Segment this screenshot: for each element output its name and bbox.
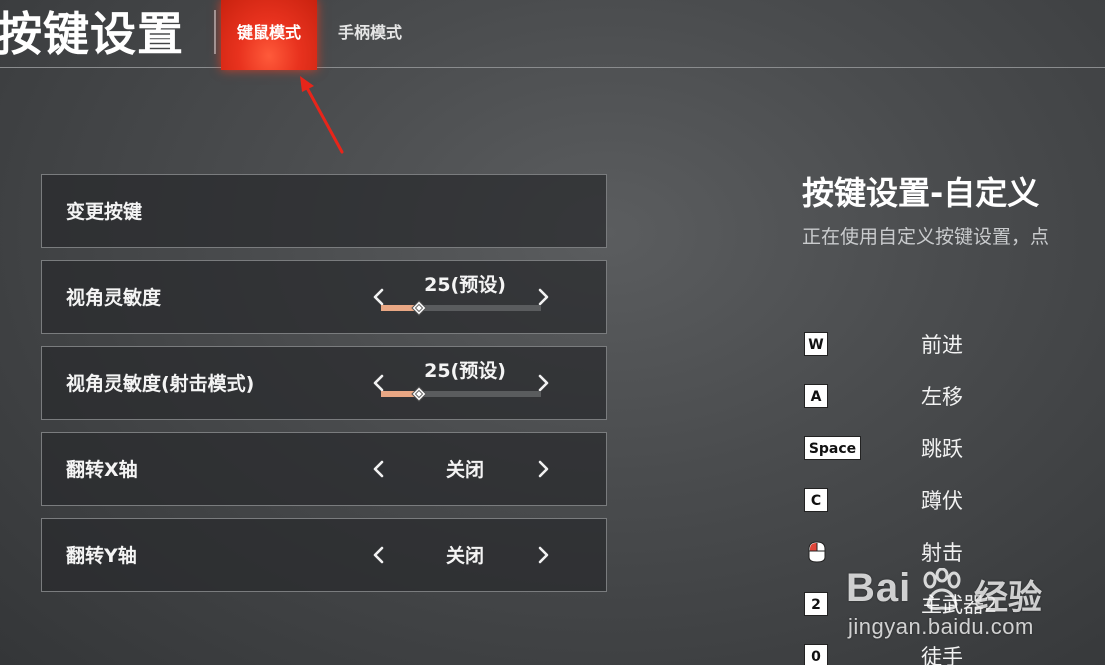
keymap-row: 0 徒手	[804, 644, 1105, 665]
key-badge: 0	[804, 644, 828, 665]
watermark-url: jingyan.baidu.com	[848, 614, 1034, 639]
setting-label: 翻转Y轴	[66, 545, 137, 567]
setting-label: 视角灵敏度	[66, 287, 162, 309]
settings-list: 变更按键 视角灵敏度 25(预设) 视角灵敏度(射击模式) 25(预设) 翻转X…	[41, 174, 607, 604]
keymap-row: W 前进	[804, 332, 1105, 384]
watermark-brand: Bai	[846, 566, 912, 610]
setting-label: 翻转X轴	[66, 459, 138, 481]
key-badge: Space	[804, 436, 861, 460]
chevron-right-icon[interactable]	[536, 459, 550, 479]
key-action: 前进	[921, 333, 963, 357]
top-bar: 按键设置 键鼠模式 手柄模式	[0, 0, 1105, 70]
setting-row-camera-sensitivity-shooting: 视角灵敏度(射击模式) 25(预设)	[41, 346, 607, 420]
baidu-paw-icon	[923, 568, 961, 610]
annotation-arrow-icon	[300, 76, 344, 154]
setting-value: 关闭	[445, 545, 484, 567]
key-action: 蹲伏	[921, 489, 963, 513]
change-keys-label: 变更按键	[66, 201, 143, 223]
setting-row-invert-y: 翻转Y轴 关闭	[41, 518, 607, 592]
setting-row-camera-sensitivity: 视角灵敏度 25(预设)	[41, 260, 607, 334]
chevron-right-icon[interactable]	[536, 287, 550, 307]
key-badge: W	[804, 332, 828, 356]
watermark-brand-cn: 经验	[974, 578, 1042, 618]
keymap-info-panel: 按键设置-自定义 正在使用自定义按键设置，点	[802, 170, 1105, 252]
key-action: 左移	[921, 385, 963, 409]
chevron-left-icon[interactable]	[372, 459, 386, 479]
chevron-left-icon[interactable]	[372, 287, 386, 307]
keymap-row: A 左移	[804, 384, 1105, 436]
title-divider	[214, 10, 216, 54]
mouse-left-icon	[808, 541, 826, 563]
setting-value: 25(预设)	[424, 274, 506, 296]
change-keys-button[interactable]: 变更按键	[41, 174, 607, 248]
keymap-row: C 蹲伏	[804, 488, 1105, 540]
sensitivity-slider[interactable]	[381, 300, 541, 316]
chevron-left-icon[interactable]	[372, 373, 386, 393]
slider-knob-icon[interactable]	[411, 300, 427, 316]
tab-gamepad[interactable]: 手柄模式	[322, 0, 418, 70]
sensitivity-slider[interactable]	[381, 386, 541, 402]
chevron-left-icon[interactable]	[372, 545, 386, 565]
key-badge: C	[804, 488, 828, 512]
setting-row-invert-x: 翻转X轴 关闭	[41, 432, 607, 506]
baidu-watermark: Bai 经验 jingyan.baidu.com	[846, 566, 1066, 646]
chevron-right-icon[interactable]	[536, 545, 550, 565]
setting-label: 视角灵敏度(射击模式)	[66, 373, 255, 395]
key-badge: 2	[804, 592, 828, 616]
keymap-description: 正在使用自定义按键设置，点	[802, 226, 1050, 248]
key-action: 射击	[921, 541, 963, 565]
keymap-title: 按键设置-自定义	[802, 174, 1040, 212]
setting-value: 25(预设)	[424, 360, 506, 382]
keymap-row: Space 跳跃	[804, 436, 1105, 488]
slider-knob-icon[interactable]	[411, 386, 427, 402]
tab-keyboard-mouse[interactable]: 键鼠模式	[221, 0, 317, 70]
page-title: 按键设置	[0, 7, 184, 61]
key-badge: A	[804, 384, 828, 408]
setting-value: 关闭	[445, 459, 484, 481]
chevron-right-icon[interactable]	[536, 373, 550, 393]
key-action: 跳跃	[921, 437, 963, 461]
key-action: 徒手	[921, 645, 963, 665]
